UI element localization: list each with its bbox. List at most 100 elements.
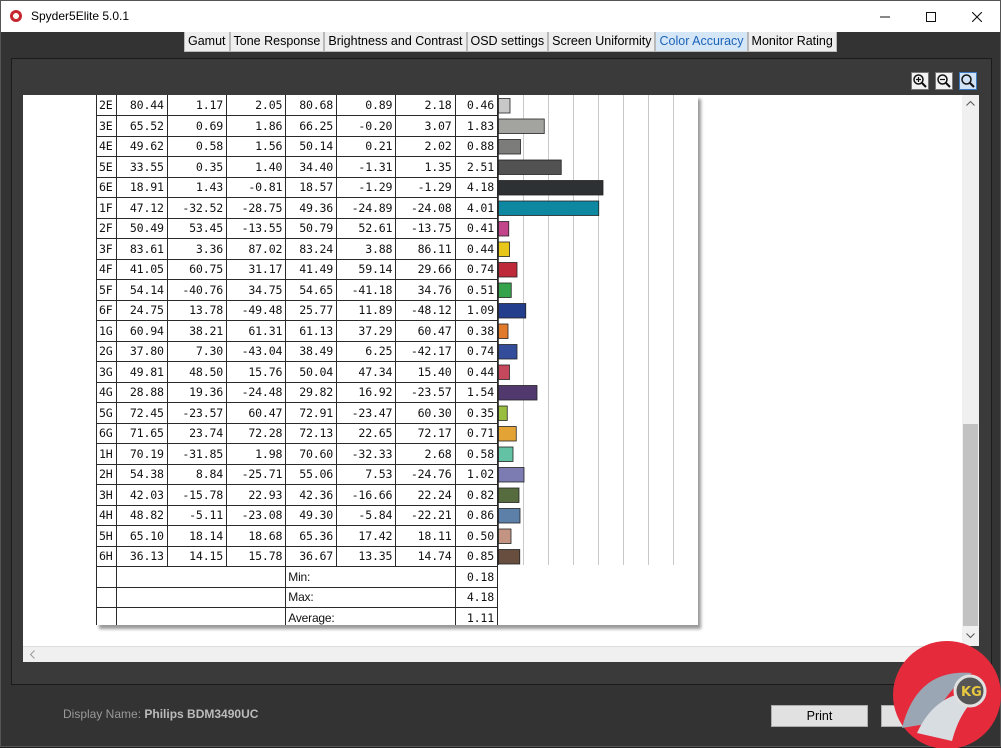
patch-id: 4F [96, 259, 117, 280]
table-cell: 1.83 [454, 115, 499, 137]
table-cell: 34.76 [395, 279, 456, 301]
table-cell: 0.89 [336, 95, 397, 116]
table-cell: 60.75 [166, 259, 228, 280]
close-window-button[interactable] [954, 1, 1000, 32]
bar-5H [498, 528, 512, 544]
table-cell: 50.79 [285, 218, 338, 239]
table-cell: 4.18 [454, 177, 499, 198]
table-row: 1G 60.94 38.21 61.31 61.13 37.29 60.47 0.38 [96, 320, 499, 342]
svg-text:KG: KG [961, 685, 982, 700]
table-cell: 0.82 [454, 484, 499, 506]
summary-label: Max: [285, 586, 456, 608]
table-cell: -24.89 [336, 197, 397, 219]
table-cell: 3.07 [395, 115, 456, 137]
table-cell: 7.30 [166, 341, 228, 362]
table-row: 5H 65.10 18.14 18.68 65.36 17.42 18.11 0.50 [96, 525, 499, 547]
table-cell: 0.35 [454, 402, 499, 424]
table-cell [96, 607, 117, 625]
patch-id: 6G [96, 423, 117, 444]
table-cell: -24.08 [395, 197, 456, 219]
bar-2H [498, 467, 525, 483]
table-cell [115, 566, 287, 588]
table-cell: 31.17 [226, 259, 287, 280]
minimize-button[interactable] [862, 1, 908, 32]
tab-brightness-contrast[interactable]: Brightness and Contrast [324, 32, 467, 52]
table-cell: -1.31 [336, 156, 397, 178]
table-cell: 0.74 [454, 341, 499, 362]
table-row: 4H 48.82 -5.11 -23.08 49.30 -5.84 -22.21 0.86 [96, 505, 499, 526]
tab-monitor-rating[interactable]: Monitor Rating [747, 32, 837, 52]
table-cell: 2.02 [395, 136, 456, 157]
table-cell: 38.49 [285, 341, 338, 362]
table-cell: 0.41 [454, 218, 499, 239]
patch-id: 6H [96, 546, 117, 567]
zoom-in-button[interactable] [911, 72, 929, 90]
zoom-fit-button[interactable] [959, 72, 977, 90]
table-cell: 60.47 [395, 320, 456, 342]
tab-tone-response[interactable]: Tone Response [229, 32, 325, 52]
summary-label: Min: [285, 566, 456, 588]
table-cell: -23.08 [226, 505, 287, 526]
table-cell: 48.50 [166, 361, 228, 383]
table-cell: -1.29 [395, 177, 456, 198]
table-cell: 17.42 [336, 525, 397, 547]
table-cell: 2.05 [226, 95, 287, 116]
table-cell: 13.78 [166, 300, 228, 321]
table-cell: -15.78 [166, 484, 228, 506]
table-cell: 36.13 [116, 546, 168, 567]
bar-1F [498, 200, 600, 216]
table-cell: 2.18 [395, 95, 456, 116]
table-row: 3F 83.61 3.36 87.02 83.24 3.88 86.11 0.44 [96, 238, 499, 260]
table-cell: 37.29 [336, 320, 397, 342]
tab-gamut[interactable]: Gamut [184, 32, 230, 52]
color-accuracy-report: 2E 80.44 1.17 2.05 80.68 0.89 2.18 0.46 3E 65.52 0… [96, 95, 698, 625]
horizontal-scrollbar[interactable] [23, 646, 962, 662]
table-cell: 38.21 [166, 320, 228, 342]
bar-5F [498, 282, 512, 298]
table-cell: 48.82 [116, 505, 168, 526]
table-cell: 54.14 [116, 279, 168, 301]
table-cell: 49.62 [116, 136, 168, 157]
table-cell: 52.61 [336, 218, 397, 239]
table-row: 5F 54.14 -40.76 34.75 54.65 -41.18 34.76 0.51 [96, 279, 499, 301]
table-row: 6H 36.13 14.15 15.78 36.67 13.35 14.74 0.85 [96, 546, 499, 567]
table-cell: -40.76 [166, 279, 228, 301]
table-row: 2F 50.49 53.45 -13.55 50.79 52.61 -13.75 0.41 [96, 218, 499, 239]
table-cell: -0.81 [226, 177, 287, 198]
table-cell: 1.40 [226, 156, 287, 178]
table-cell: -49.48 [226, 300, 287, 321]
table-cell: 0.35 [166, 156, 228, 178]
table-cell: 61.13 [285, 320, 338, 342]
summary-value: 0.18 [454, 566, 499, 588]
bar-3G [498, 364, 510, 380]
vertical-scroll-thumb[interactable] [963, 424, 978, 626]
table-cell: 18.68 [226, 525, 287, 547]
table-cell: 36.67 [285, 546, 338, 567]
table-cell: 86.11 [395, 238, 456, 260]
tab-color-accuracy[interactable]: Color Accuracy [655, 32, 748, 52]
tab-screen-uniformity[interactable]: Screen Uniformity [548, 32, 656, 52]
bar-4F [498, 262, 518, 278]
table-cell: 16.92 [336, 382, 397, 403]
table-cell: 41.49 [285, 259, 338, 280]
zoom-out-button[interactable] [935, 72, 953, 90]
table-cell: 0.44 [454, 238, 499, 260]
table-cell: 83.61 [116, 238, 168, 260]
table-cell: 7.53 [336, 464, 397, 485]
maximize-button[interactable] [908, 1, 954, 32]
table-cell: 11.89 [336, 300, 397, 321]
patch-id: 3E [96, 115, 117, 137]
table-cell: 83.24 [285, 238, 338, 260]
table-cell: 3.36 [166, 238, 228, 260]
tab-osd-settings[interactable]: OSD settings [466, 32, 549, 52]
table-cell: 41.05 [116, 259, 168, 280]
bar-3H [498, 487, 520, 503]
table-cell: -42.17 [395, 341, 456, 362]
bar-4H [498, 508, 521, 524]
print-button[interactable]: Print [771, 705, 868, 727]
patch-id: 3F [96, 238, 117, 260]
table-cell: 1.35 [395, 156, 456, 178]
summary-value: 4.18 [454, 586, 499, 608]
table-cell: -23.57 [166, 402, 228, 424]
app-window: Spyder5Elite 5.0.1 Gamut Tone Response B… [0, 0, 1001, 748]
